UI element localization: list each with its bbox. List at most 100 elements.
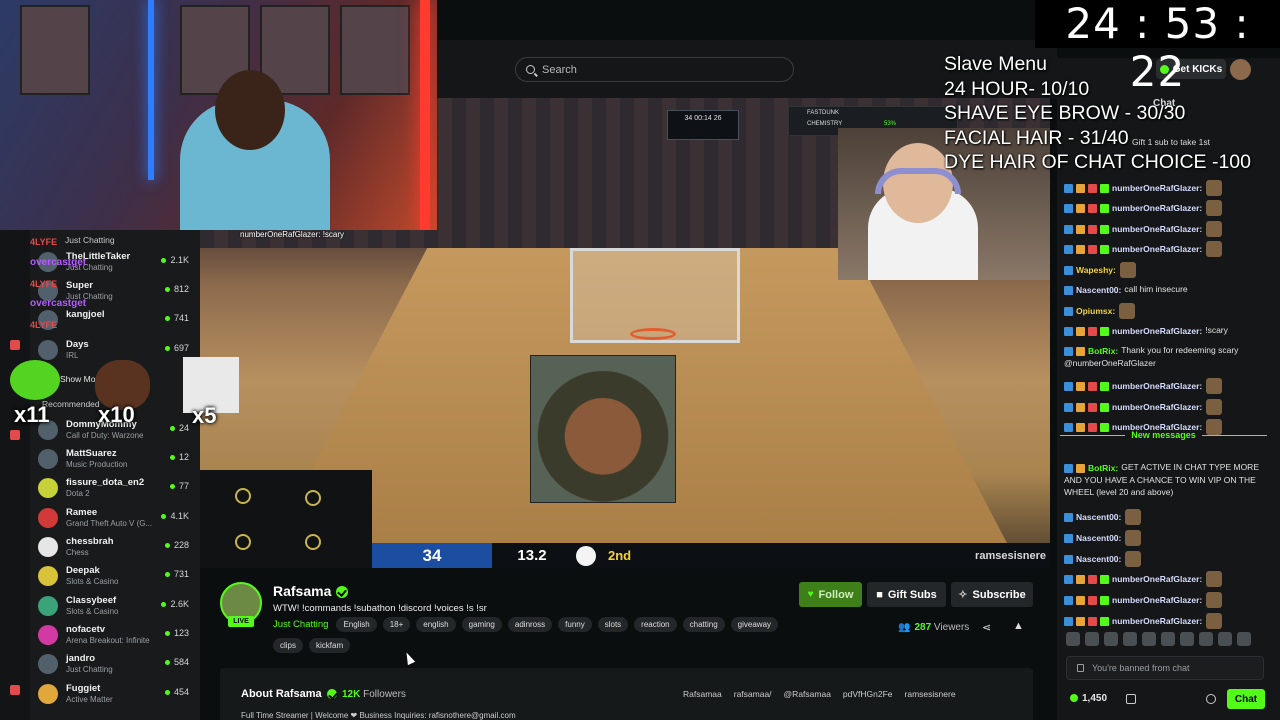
tag[interactable]: reaction [634, 617, 677, 632]
viewers-icon: 👥 [898, 622, 911, 633]
rail-icon[interactable] [10, 430, 20, 440]
emote-icon[interactable] [1180, 632, 1194, 646]
user-badges [1064, 243, 1112, 255]
sidebar-item-deepak[interactable]: Deepak Slots & Casino 731 [38, 564, 195, 590]
emote-icon[interactable] [1237, 632, 1251, 646]
emote-icon[interactable] [1104, 632, 1118, 646]
subscribe-button[interactable]: ✧ Subscribe [951, 582, 1033, 607]
alert-line: overcastget [30, 298, 87, 309]
chat-username[interactable]: numberOneRafGlazer: [1112, 616, 1202, 626]
emote-icon[interactable] [1123, 632, 1137, 646]
chat-username[interactable]: Nascent00: [1076, 285, 1121, 295]
verified-icon [326, 689, 337, 700]
tag[interactable]: english [416, 617, 456, 632]
kicks-balance[interactable]: 1,450 [1070, 693, 1107, 704]
sidebar-item-nofacetv[interactable]: nofacetv Arena Breakout: Infinite 123 [38, 623, 195, 649]
chat-username[interactable]: numberOneRafGlazer: [1112, 326, 1202, 336]
chat-username[interactable]: numberOneRafGlazer: [1112, 402, 1202, 412]
chat-username[interactable]: numberOneRafGlazer: [1112, 244, 1202, 254]
chat-send-button[interactable]: Chat [1227, 689, 1265, 709]
emote-icon[interactable] [1199, 632, 1213, 646]
badge-icon [1088, 575, 1097, 585]
subathon-timer: 24 : 53 : 22 [1035, 0, 1280, 96]
category-link[interactable]: Just Chatting [273, 619, 328, 630]
channel-name[interactable]: Rafsama [273, 583, 349, 599]
tag[interactable]: English [336, 617, 377, 632]
chat-username[interactable]: BotRix: [1088, 346, 1118, 356]
recommended-heading: Recommended [42, 399, 100, 409]
tag[interactable]: 18+ [382, 617, 411, 632]
tag[interactable]: gaming [461, 617, 502, 632]
emote-icon [1125, 551, 1142, 567]
badge-icon [1088, 382, 1097, 392]
chat-username[interactable]: numberOneRafGlazer: [1112, 574, 1202, 584]
share-icon[interactable]: ⋖ [982, 621, 991, 634]
user-badges [1064, 345, 1088, 357]
emote-icon[interactable] [1085, 632, 1099, 646]
emote-icon[interactable] [1161, 632, 1175, 646]
heart-icon: ♥ [807, 589, 814, 600]
score-bar: 34 13.2 2nd ramsesisnere [372, 543, 1050, 568]
chat-username[interactable]: Wapeshy: [1076, 265, 1116, 275]
discord-social-link[interactable]: pdVfHGn2Fe [843, 689, 893, 699]
tag[interactable]: funny [558, 617, 592, 632]
gift-icon[interactable] [1126, 694, 1136, 704]
emote-icon[interactable] [1142, 632, 1156, 646]
chat-username[interactable]: Opiumsx: [1076, 306, 1115, 316]
gift-subs-button[interactable]: ■ Gift Subs [867, 582, 946, 607]
sidebar-item-classybeef[interactable]: Classybeef Slots & Casino 2.6K [38, 594, 195, 620]
user-badges [1064, 182, 1112, 194]
sidebar-item-jandro[interactable]: jandro Just Chatting 584 [38, 652, 195, 678]
tag[interactable]: slots [597, 617, 629, 632]
tag[interactable]: adinross [507, 617, 553, 632]
emote-icon[interactable] [1066, 632, 1080, 646]
chat-input-banned: You're banned from chat [1066, 656, 1264, 680]
chat-username[interactable]: BotRix: [1088, 463, 1118, 473]
red-led [420, 0, 430, 230]
sidebar-item-ramee[interactable]: Ramee Grand Theft Auto V (G... 4.1K [38, 506, 195, 532]
emote-icon [1206, 180, 1223, 196]
chat-username[interactable]: numberOneRafGlazer: [1112, 381, 1202, 391]
chat-username[interactable]: Nascent00: [1076, 533, 1121, 543]
badge-icon [1088, 596, 1097, 606]
emote-icon[interactable] [1218, 632, 1232, 646]
chat-username[interactable]: Nascent00: [1076, 512, 1121, 522]
chat-username[interactable]: numberOneRafGlazer: [1112, 595, 1202, 605]
chat-username[interactable]: Nascent00: [1076, 554, 1121, 564]
rail-icon[interactable] [10, 685, 20, 695]
scorebug-pct: 53% [884, 121, 897, 127]
follow-button[interactable]: ♥ Follow [799, 582, 862, 607]
tiktok-social-link[interactable]: ramsesisnere [905, 689, 956, 699]
new-messages-divider[interactable]: New messages [1060, 430, 1267, 447]
badge-icon [1100, 184, 1109, 194]
youtube-social-link[interactable]: @Rafsamaa [784, 689, 831, 699]
chat-username[interactable]: numberOneRafGlazer: [1112, 203, 1202, 213]
tag[interactable]: giveaway [730, 617, 779, 632]
chat-username[interactable]: numberOneRafGlazer: [1112, 183, 1202, 193]
rail-icon[interactable] [10, 340, 20, 350]
chat-username[interactable]: numberOneRafGlazer: [1112, 224, 1202, 234]
lock-icon [1077, 664, 1084, 672]
tag[interactable]: kickfam [309, 638, 351, 653]
about-title: About Rafsama [241, 688, 337, 700]
x-social-link[interactable]: Rafsamaa [683, 689, 722, 699]
report-icon[interactable]: ▲ [1013, 620, 1024, 632]
sidebar-item-kangjoel[interactable]: kangjoel 741 [38, 308, 195, 334]
search-input[interactable]: Search [515, 57, 794, 82]
tag[interactable]: clips [273, 638, 304, 653]
shot-clock: 13.2 [517, 547, 547, 564]
instagram-social-link[interactable]: rafsamaa/ [734, 689, 772, 699]
chat-message: numberOneRafGlazer: [1064, 241, 1276, 257]
sidebar-item-label: Just Chatting [65, 235, 115, 245]
badge-icon [1064, 575, 1073, 585]
stream-tags: Just Chatting English 18+ english gaming… [273, 617, 793, 653]
chat-text: !scary [1205, 325, 1228, 335]
sidebar-item-fissure[interactable]: fissure_dota_en2 Dota 2 77 [38, 476, 195, 502]
badge-icon [1064, 596, 1073, 606]
tag[interactable]: chatting [682, 617, 725, 632]
sidebar-item-mattsuarez[interactable]: MattSuarez Music Production 12 [38, 447, 195, 473]
sidebar-item-chessbrah[interactable]: chessbrah Chess 228 [38, 535, 195, 561]
sidebar-item-fuggiet[interactable]: Fuggiet Active Matter 454 [38, 682, 195, 708]
gear-icon[interactable] [1206, 694, 1216, 704]
viewer-count: 👥 287 Viewers [898, 622, 970, 633]
